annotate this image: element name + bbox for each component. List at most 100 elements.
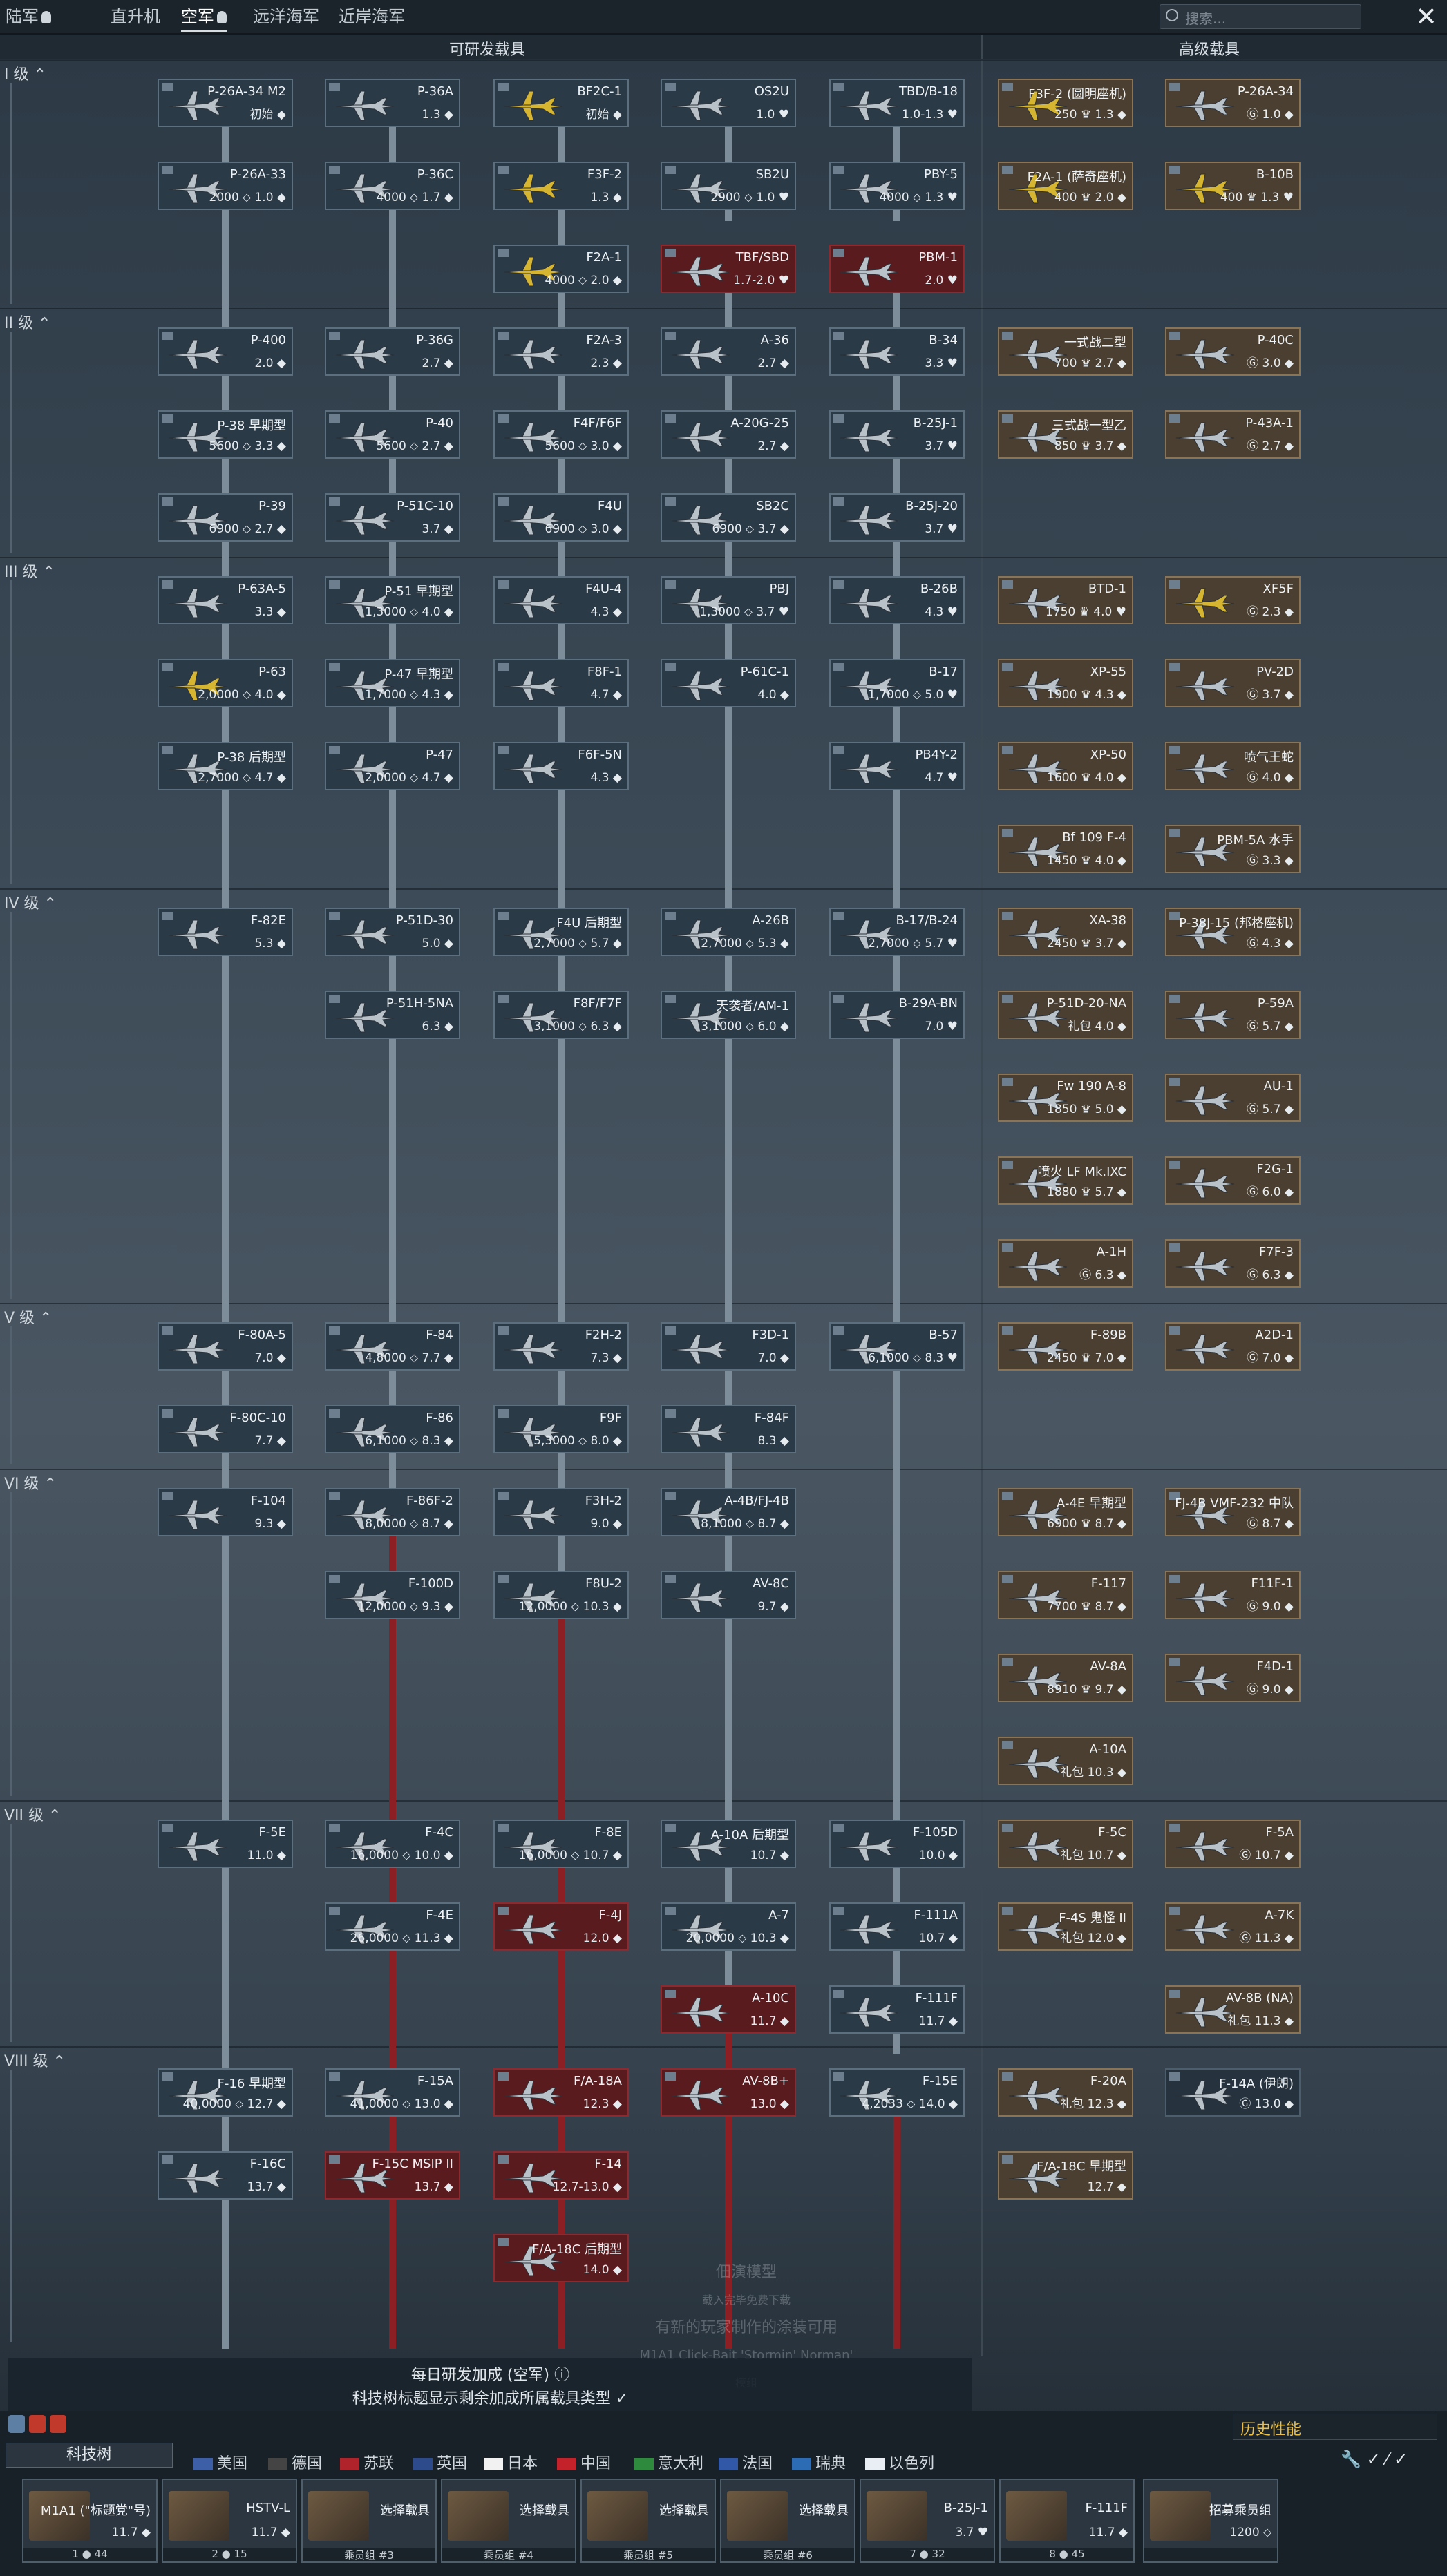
vehicle-card[interactable]: F-5A Ⓖ 10.7 ◆ [1165,1820,1301,1868]
vehicle-card[interactable]: AV-8A 8910 ♛ 9.7 ◆ [998,1654,1133,1702]
tech-tree-button[interactable]: 科技树 [6,2443,173,2468]
vehicle-card[interactable]: F-4C 16,0000 ⬦ 10.0 ◆ [325,1820,460,1868]
vehicle-card[interactable]: F4U-4 4.3 ◆ [493,576,629,624]
vehicle-card[interactable]: P-51D-30 5.0 ◆ [325,908,460,956]
nation-tab[interactable]: 美国 [193,2451,247,2473]
vehicle-card[interactable]: P-400 2.0 ◆ [158,327,293,376]
vehicle-card[interactable]: P-51D-20-NA 礼包 4.0 ◆ [998,991,1133,1039]
vehicle-card[interactable]: Fw 190 A-8 1850 ♛ 5.0 ◆ [998,1074,1133,1122]
crew-slot[interactable]: M1A1 ("标题党"号) 11.7 ◆ 1 ● 44 [22,2479,158,2563]
crew-slot[interactable]: F-111F 11.7 ◆ 8 ● 45 [999,2479,1135,2563]
vehicle-card[interactable]: B-17 1,7000 ⬦ 5.0 ♥ [829,659,965,707]
vehicle-card[interactable]: F-86F-2 8,0000 ⬦ 8.7 ◆ [325,1488,460,1536]
vehicle-card[interactable]: P-59A Ⓖ 5.7 ◆ [1165,991,1301,1039]
vehicle-card[interactable]: F-86 6,1000 ⬦ 8.3 ◆ [325,1405,460,1453]
vehicle-card[interactable]: P-36C 4000 ⬦ 1.7 ◆ [325,162,460,210]
vehicle-card[interactable]: B-29A-BN 7.0 ♥ [829,991,965,1039]
vehicle-card[interactable]: F-100D 12,0000 ⬦ 9.3 ◆ [325,1571,460,1619]
vehicle-card[interactable]: F-80A-5 7.0 ◆ [158,1322,293,1371]
vehicle-card[interactable]: PV-2D Ⓖ 3.7 ◆ [1165,659,1301,707]
vehicle-card[interactable]: F7F-3 Ⓖ 6.3 ◆ [1165,1239,1301,1288]
vehicle-card[interactable]: XA-38 2450 ♛ 3.7 ◆ [998,908,1133,956]
nation-tab[interactable]: 德国 [268,2451,322,2473]
vehicle-card[interactable]: TBD/B-18 1.0-1.3 ♥ [829,79,965,127]
vehicle-card[interactable]: BF2C-1 初始 ◆ [493,79,629,127]
vehicle-card[interactable]: AV-8B+ 13.0 ◆ [661,2068,796,2117]
vehicle-card[interactable]: A-10A 后期型 10.7 ◆ [661,1820,796,1868]
vehicle-card[interactable]: F-82E 5.3 ◆ [158,908,293,956]
vehicle-card[interactable]: F-8E 16,0000 ⬦ 10.7 ◆ [493,1820,629,1868]
vehicle-card[interactable]: F-5C 礼包 10.7 ◆ [998,1820,1133,1868]
vehicle-card[interactable]: P-36A 1.3 ◆ [325,79,460,127]
vehicle-card[interactable]: SB2C 6900 ⬦ 3.7 ◆ [661,493,796,542]
vehicle-card[interactable]: F/A-18C 早期型 12.7 ◆ [998,2151,1133,2200]
check-icon[interactable]: ✓ [1367,2450,1381,2469]
crew-slot[interactable]: 招募乘员组 1200 ⬦ [1143,2479,1278,2563]
vehicle-card[interactable]: F2A-3 2.3 ◆ [493,327,629,376]
vehicle-card[interactable]: PBM-1 2.0 ♥ [829,245,965,293]
vehicle-card[interactable]: F-5E 11.0 ◆ [158,1820,293,1868]
vehicle-card[interactable]: OS2U 1.0 ♥ [661,79,796,127]
vehicle-card[interactable]: F-4J 12.0 ◆ [493,1902,629,1951]
nation-tab[interactable]: 以色列 [865,2451,934,2473]
vehicle-card[interactable]: F-14A (伊朗) Ⓖ 13.0 ◆ [1165,2068,1301,2117]
tab-4[interactable]: 近岸海军 [339,3,405,30]
vehicle-card[interactable]: F9F 5,3000 ⬦ 8.0 ◆ [493,1405,629,1453]
vehicle-card[interactable]: A-36 2.7 ◆ [661,327,796,376]
tab-1[interactable]: 直升机 [111,3,160,30]
vehicle-card[interactable]: F2A-1 4000 ⬦ 2.0 ◆ [493,245,629,293]
vehicle-card[interactable]: F-105D 10.0 ◆ [829,1820,965,1868]
crew-slot[interactable]: 选择载具 乘员组 #6 [720,2479,855,2563]
vehicle-card[interactable]: P-63A-5 3.3 ◆ [158,576,293,624]
rank-label[interactable]: IV 级 ⌃ [4,891,57,913]
vehicle-card[interactable]: 喷火 LF Mk.IXC 1880 ♛ 5.7 ◆ [998,1156,1133,1205]
vehicle-card[interactable]: PBY-5 4000 ⬦ 1.3 ♥ [829,162,965,210]
nation-tab[interactable]: 瑞典 [792,2451,846,2473]
vehicle-card[interactable]: A-7 20,0000 ⬦ 10.3 ◆ [661,1902,796,1951]
vehicle-card[interactable]: P-26A-33 2000 ⬦ 1.0 ◆ [158,162,293,210]
vehicle-card[interactable]: B-17/B-24 2,7000 ⬦ 5.7 ♥ [829,908,965,956]
vehicle-card[interactable]: A-4B/FJ-4B 8,1000 ⬦ 8.7 ◆ [661,1488,796,1536]
vehicle-card[interactable]: F11F-1 Ⓖ 9.0 ◆ [1165,1571,1301,1619]
vehicle-card[interactable]: A-10C 11.7 ◆ [661,1985,796,2034]
vehicle-card[interactable]: TBF/SBD 1.7-2.0 ♥ [661,245,796,293]
vehicle-card[interactable]: AU-1 Ⓖ 5.7 ◆ [1165,1074,1301,1122]
vehicle-card[interactable]: PBJ 1,3000 ⬦ 3.7 ♥ [661,576,796,624]
rank-label[interactable]: I 级 ⌃ [4,62,46,84]
vehicle-card[interactable]: B-34 3.3 ♥ [829,327,965,376]
nation-tab[interactable]: 法国 [719,2451,773,2473]
crew-slot[interactable]: 选择载具 乘员组 #4 [441,2479,576,2563]
vehicle-card[interactable]: P-47 2,0000 ⬦ 4.7 ◆ [325,742,460,790]
vehicle-card[interactable]: F2A-1 (萨奇座机) 400 ♛ 2.0 ◆ [998,162,1133,210]
vehicle-card[interactable]: Bf 109 F-4 1450 ♛ 4.0 ◆ [998,825,1133,873]
vehicle-card[interactable]: P-47 早期型 1,7000 ⬦ 4.3 ◆ [325,659,460,707]
vehicle-card[interactable]: F2H-2 7.3 ◆ [493,1322,629,1371]
crew-slot[interactable]: 选择载具 乘员组 #3 [301,2479,437,2563]
vehicle-card[interactable]: SB2U 2900 ⬦ 1.0 ♥ [661,162,796,210]
vehicle-card[interactable]: A-1H Ⓖ 6.3 ◆ [998,1239,1133,1288]
nation-tab[interactable]: 中国 [557,2451,611,2473]
vehicle-card[interactable]: B-25J-20 3.7 ♥ [829,493,965,542]
vehicle-card[interactable]: F-20A 礼包 12.3 ◆ [998,2068,1133,2117]
crew-slot[interactable]: HSTV-L 11.7 ◆ 2 ● 15 [162,2479,297,2563]
vehicle-card[interactable]: P-38 早期型 5600 ⬦ 3.3 ◆ [158,410,293,459]
vehicle-card[interactable]: P-40C Ⓖ 3.0 ◆ [1165,327,1301,376]
vehicle-card[interactable]: XP-55 1900 ♛ 4.3 ◆ [998,659,1133,707]
nation-tab[interactable]: 意大利 [634,2451,703,2473]
vehicle-card[interactable]: F4F/F6F 5600 ⬦ 3.0 ◆ [493,410,629,459]
vehicle-card[interactable]: F-15C MSIP II 13.7 ◆ [325,2151,460,2200]
vehicle-card[interactable]: F4U 后期型 2,7000 ⬦ 5.7 ◆ [493,908,629,956]
vehicle-card[interactable]: F-111A 10.7 ◆ [829,1902,965,1951]
wrench-icon[interactable]: 🔧 [1341,2450,1361,2469]
vehicle-card[interactable]: A-7K Ⓖ 11.3 ◆ [1165,1902,1301,1951]
vehicle-card[interactable]: B-57 6,1000 ⬦ 8.3 ♥ [829,1322,965,1371]
daily-bonus-title[interactable]: 每日研发加成 (空军) ⓘ [8,2363,972,2385]
rank-label[interactable]: V 级 ⌃ [4,1306,52,1328]
vehicle-card[interactable]: 三式战一型乙 850 ♛ 3.7 ◆ [998,410,1133,459]
vehicle-card[interactable]: 喷气王蛇 Ⓖ 4.0 ◆ [1165,742,1301,790]
vehicle-card[interactable]: F/A-18A 12.3 ◆ [493,2068,629,2117]
vehicle-card[interactable]: F-15E 4,2033 ⬦ 14.0 ◆ [829,2068,965,2117]
vehicle-card[interactable]: P-39 6900 ⬦ 2.7 ◆ [158,493,293,542]
vehicle-card[interactable]: B-26B 4.3 ♥ [829,576,965,624]
vehicle-card[interactable]: F3F-2 (圆明座机) 250 ♛ 1.3 ◆ [998,79,1133,127]
